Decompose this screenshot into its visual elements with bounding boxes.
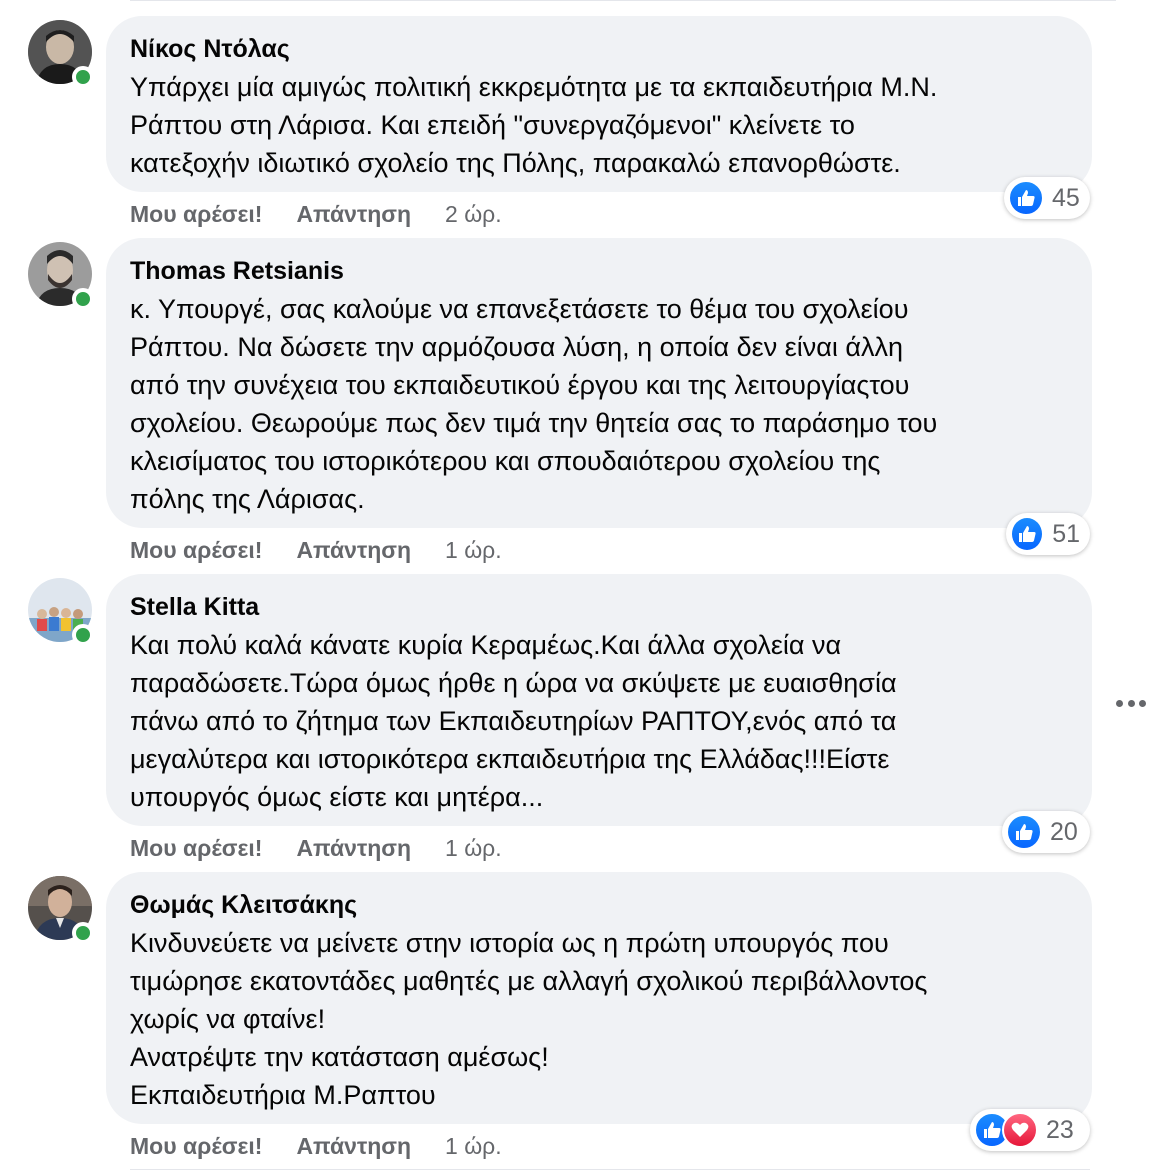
comment-author[interactable]: Νίκος Ντόλας (130, 34, 1068, 64)
like-button[interactable]: Μου αρέσει! (130, 1132, 262, 1160)
like-button[interactable]: Μου αρέσει! (130, 200, 262, 228)
more-dot (1127, 699, 1135, 707)
comment-author[interactable]: Θωμάς Κλειτσάκης (130, 890, 1068, 920)
reply-button[interactable]: Απάντηση (296, 1132, 411, 1160)
reply-button[interactable]: Απάντηση (296, 200, 411, 228)
comment-author[interactable]: Stella Kitta (130, 592, 1068, 622)
like-button[interactable]: Μου αρέσει! (130, 834, 262, 862)
comment-timestamp[interactable]: 1 ώρ. (445, 834, 502, 862)
reaction-summary[interactable]: 20 (1002, 811, 1090, 853)
reaction-count: 20 (1050, 817, 1078, 846)
comment-bubble: Stella Kitta Και πολύ καλά κάνατε κυρία … (106, 574, 1092, 826)
love-icon (1002, 1112, 1038, 1148)
comment-text: κ. Υπουργέ, σας καλούμε να επανεξετάσετε… (130, 294, 938, 514)
divider (130, 1169, 1090, 1170)
comment-author[interactable]: Thomas Retsianis (130, 256, 1068, 286)
comments-section: Νίκος Ντόλας Υπάρχει μία αμιγώς πολιτική… (0, 0, 1150, 1172)
online-status-indicator (72, 624, 94, 646)
online-status-indicator (72, 922, 94, 944)
more-dot (1116, 699, 1123, 707)
comment-text: Υπάρχει μία αμιγώς πολιτική εκκρεμότητα … (130, 72, 938, 178)
reaction-count: 45 (1052, 183, 1080, 212)
comment-timestamp[interactable]: 1 ώρ. (445, 1132, 502, 1160)
comment-bubble: Θωμάς Κλειτσάκης Κινδυνεύετε να μείνετε … (106, 872, 1092, 1124)
comment-timestamp[interactable]: 2 ώρ. (445, 200, 502, 228)
reaction-summary[interactable]: 45 (1004, 177, 1090, 219)
comment-text: Κινδυνεύετε να μείνετε στην ιστορία ως η… (130, 928, 928, 1110)
reply-button[interactable]: Απάντηση (296, 834, 411, 862)
comment-text: Και πολύ καλά κάνατε κυρία Κεραμέως.Και … (130, 630, 897, 812)
more-options-icon[interactable] (1116, 696, 1146, 710)
comment-bubble: Thomas Retsianis κ. Υπουργέ, σας καλούμε… (106, 238, 1092, 528)
like-icon (1008, 180, 1044, 216)
reaction-summary[interactable]: 23 (970, 1109, 1090, 1151)
online-status-indicator (72, 288, 94, 310)
more-dot (1139, 699, 1146, 707)
divider (130, 0, 1116, 1)
comment-actions: Μου αρέσει! Απάντηση 1 ώρ. (130, 536, 502, 564)
comment-actions: Μου αρέσει! Απάντηση 1 ώρ. (130, 1132, 502, 1160)
reply-button[interactable]: Απάντηση (296, 536, 411, 564)
reaction-count: 51 (1052, 519, 1080, 548)
like-button[interactable]: Μου αρέσει! (130, 536, 262, 564)
online-status-indicator (72, 66, 94, 88)
comment-bubble: Νίκος Ντόλας Υπάρχει μία αμιγώς πολιτική… (106, 16, 1092, 192)
comment-actions: Μου αρέσει! Απάντηση 1 ώρ. (130, 834, 502, 862)
reaction-summary[interactable]: 51 (1006, 513, 1090, 555)
like-icon (1010, 516, 1045, 552)
comment-timestamp[interactable]: 1 ώρ. (445, 536, 502, 564)
like-icon (1006, 814, 1042, 850)
comment-actions: Μου αρέσει! Απάντηση 2 ώρ. (130, 200, 502, 228)
reaction-count: 23 (1046, 1115, 1074, 1144)
